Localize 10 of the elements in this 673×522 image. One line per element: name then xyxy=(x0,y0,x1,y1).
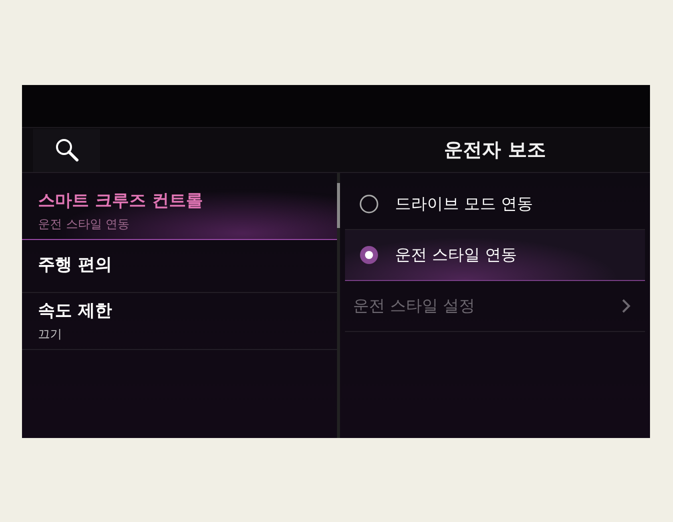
menu-item[interactable]: 속도 제한 끄기 xyxy=(22,293,337,350)
chevron-icon xyxy=(621,298,631,314)
menu-item-subtitle: 끄기 xyxy=(38,326,63,343)
screen-title: 운전자 보조 xyxy=(443,138,547,163)
search-icon xyxy=(54,138,78,162)
menu-item[interactable]: 주행 편의 xyxy=(22,240,337,293)
search-button[interactable] xyxy=(33,128,100,172)
menu-item-subtitle: 운전 스타일 연동 xyxy=(38,216,131,233)
radio-option[interactable]: 운전 스타일 연동 xyxy=(345,230,645,281)
scrollbar[interactable] xyxy=(337,183,340,228)
